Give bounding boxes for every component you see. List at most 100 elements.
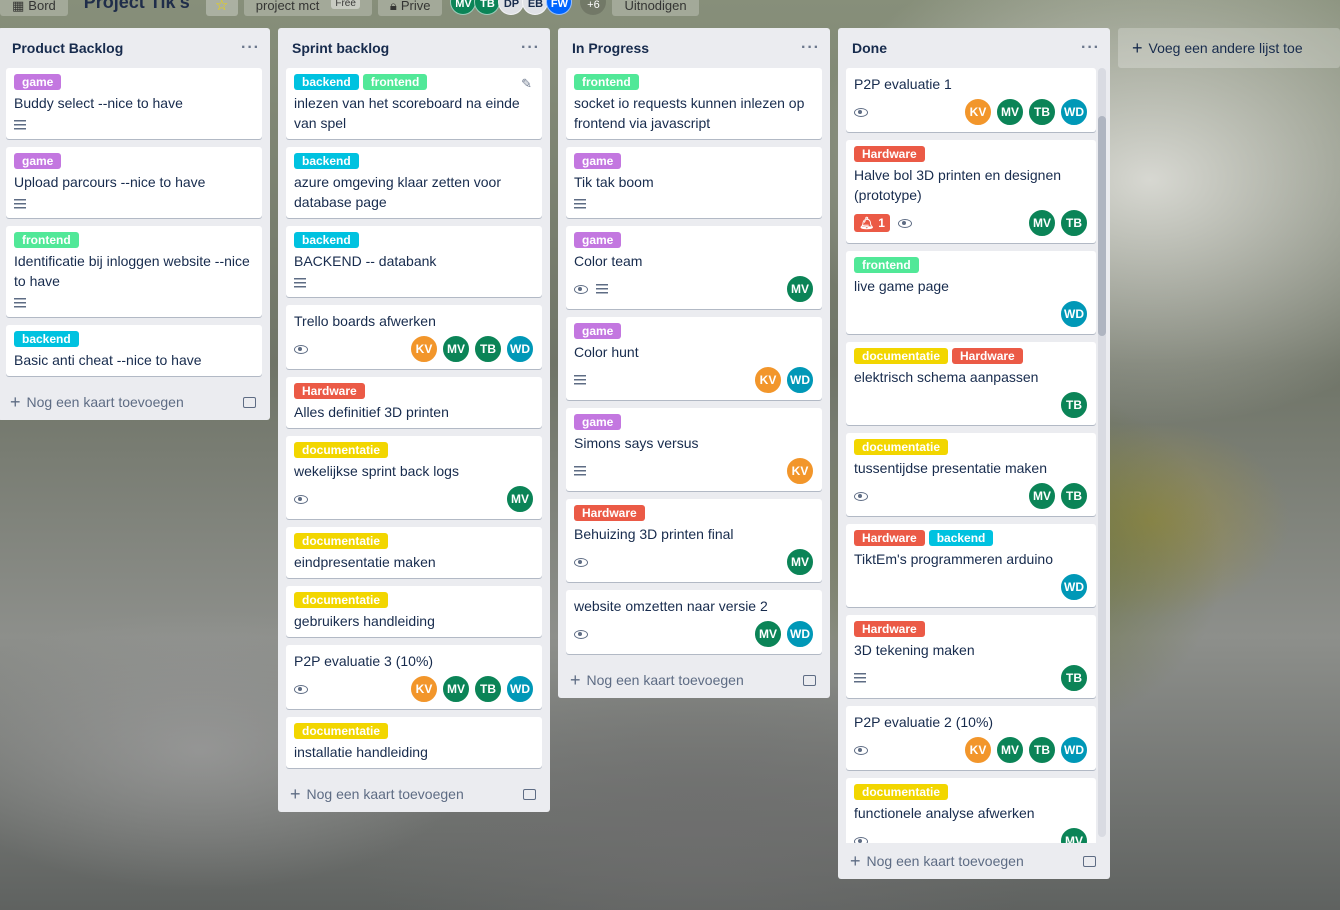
label-game[interactable]: game — [574, 323, 622, 339]
member-avatar-wd[interactable]: WD — [506, 335, 534, 363]
card[interactable]: Hardware Halve bol 3D printen en designen… — [846, 140, 1096, 243]
more-options-icon[interactable]: ··· — [521, 39, 540, 57]
member-avatar-kv[interactable]: KV — [410, 335, 438, 363]
more-members-count[interactable]: +6 — [580, 0, 607, 15]
template-icon[interactable] — [243, 396, 256, 408]
template-icon[interactable] — [803, 674, 816, 686]
card[interactable]: documentatie functionele analyse afwerken… — [846, 778, 1096, 843]
member-avatar-tb[interactable]: TB — [1060, 391, 1088, 419]
label-documentatie[interactable]: documentatie — [854, 784, 949, 800]
scrollbar[interactable] — [1098, 68, 1106, 837]
member-avatar-mv[interactable]: MV — [442, 335, 470, 363]
visibility-button[interactable]: 🔒︎ Prive — [377, 0, 443, 16]
card[interactable]: frontend socket io requests kunnen inleze… — [566, 68, 822, 139]
member-avatar-wd[interactable]: WD — [1060, 736, 1088, 764]
member-avatar-tb[interactable]: TB — [1060, 209, 1088, 237]
member-avatar-kv[interactable]: KV — [410, 675, 438, 703]
team-button[interactable]: project mct Free — [243, 0, 372, 16]
more-options-icon[interactable]: ··· — [241, 39, 260, 57]
member-avatar[interactable]: EB — [522, 0, 549, 15]
member-avatar-tb[interactable]: TB — [1060, 482, 1088, 510]
list-title[interactable]: Sprint backlog — [292, 40, 389, 56]
label-documentatie[interactable]: documentatie — [294, 723, 389, 739]
member-avatar-mv[interactable]: MV — [786, 548, 814, 576]
pencil-icon[interactable]: ✎ — [521, 76, 532, 92]
member-avatar-wd[interactable]: WD — [786, 366, 814, 394]
card[interactable]: game Upload parcours --nice to have — [6, 147, 262, 218]
card[interactable]: documentatie Hardware elektrisch schema aa… — [846, 342, 1096, 425]
add-card-button[interactable]: + Nog een kaart toevoegen — [558, 662, 830, 698]
label-game[interactable]: game — [574, 232, 622, 248]
label-backend[interactable]: backend — [294, 74, 359, 90]
label-backend[interactable]: backend — [294, 153, 359, 169]
label-game[interactable]: game — [14, 74, 62, 90]
member-avatar-mv[interactable]: MV — [996, 98, 1024, 126]
card[interactable]: backend frontend inlezen van het scoreboar… — [286, 68, 542, 139]
member-avatar-wd[interactable]: WD — [1060, 98, 1088, 126]
card[interactable]: documentatie installatie handleiding — [286, 717, 542, 768]
card[interactable]: backend Basic anti cheat --nice to have — [6, 325, 262, 376]
card[interactable]: Hardware Alles definitief 3D printen — [286, 377, 542, 428]
card[interactable]: game Tik tak boom — [566, 147, 822, 218]
list-title[interactable]: In Progress — [572, 40, 649, 56]
member-avatar[interactable]: FW — [546, 0, 573, 15]
board-menu-button[interactable]: ▦ Bord — [0, 0, 68, 16]
member-avatar-mv[interactable]: MV — [786, 275, 814, 303]
label-documentatie[interactable]: documentatie — [854, 348, 949, 364]
label-hardware[interactable]: Hardware — [854, 146, 925, 162]
label-game[interactable]: game — [14, 153, 62, 169]
member-avatar-tb[interactable]: TB — [474, 335, 502, 363]
star-icon[interactable]: ☆ — [205, 0, 238, 16]
member-avatar-kv[interactable]: KV — [786, 457, 814, 485]
member-avatar-wd[interactable]: WD — [786, 620, 814, 648]
card[interactable]: backend azure omgeving klaar zetten voor … — [286, 147, 542, 218]
label-hardware[interactable]: Hardware — [854, 621, 925, 637]
more-options-icon[interactable]: ··· — [801, 39, 820, 57]
member-avatar-kv[interactable]: KV — [964, 736, 992, 764]
label-frontend[interactable]: frontend — [574, 74, 639, 90]
member-avatar-kv[interactable]: KV — [964, 98, 992, 126]
card[interactable]: documentatie eindpresentatie maken — [286, 527, 542, 578]
label-documentatie[interactable]: documentatie — [294, 592, 389, 608]
member-avatar-mv[interactable]: MV — [1028, 209, 1056, 237]
member-avatar-tb[interactable]: TB — [474, 675, 502, 703]
member-avatar-mv[interactable]: MV — [996, 736, 1024, 764]
label-game[interactable]: game — [574, 153, 622, 169]
more-options-icon[interactable]: ··· — [1081, 39, 1100, 57]
card[interactable]: Hardware 3D tekening maken TB — [846, 615, 1096, 698]
member-avatar-wd[interactable]: WD — [1060, 573, 1088, 601]
card[interactable]: documentatie wekelijkse sprint back logs M… — [286, 436, 542, 519]
list-title[interactable]: Product Backlog — [12, 40, 123, 56]
card[interactable]: game Color team MV — [566, 226, 822, 309]
member-avatar-tb[interactable]: TB — [1060, 664, 1088, 692]
member-avatar[interactable]: DP — [498, 0, 525, 15]
add-card-button[interactable]: + Nog een kaart toevoegen — [278, 776, 550, 812]
add-card-button[interactable]: + Nog een kaart toevoegen — [838, 843, 1110, 879]
scrollbar-thumb[interactable] — [1098, 116, 1106, 336]
card[interactable]: P2P evaluatie 1 KV MV TB WD — [846, 68, 1096, 132]
add-card-button[interactable]: + Nog een kaart toevoegen — [0, 384, 270, 420]
member-avatar[interactable]: MV — [450, 0, 477, 15]
card[interactable]: game Buddy select --nice to have — [6, 68, 262, 139]
member-avatar-mv[interactable]: MV — [1028, 482, 1056, 510]
template-icon[interactable] — [523, 788, 536, 800]
card[interactable]: game Color hunt KV WD — [566, 317, 822, 400]
member-avatar-tb[interactable]: TB — [1028, 736, 1056, 764]
label-frontend[interactable]: frontend — [14, 232, 79, 248]
invite-button[interactable]: Uitnodigen — [612, 0, 699, 16]
card[interactable]: game Simons says versus KV — [566, 408, 822, 491]
member-avatar-wd[interactable]: WD — [1060, 300, 1088, 328]
card[interactable]: website omzetten naar versie 2 MV WD — [566, 590, 822, 654]
label-hardware[interactable]: Hardware — [952, 348, 1023, 364]
member-avatar-mv[interactable]: MV — [442, 675, 470, 703]
label-documentatie[interactable]: documentatie — [854, 439, 949, 455]
card[interactable]: documentatie gebruikers handleiding — [286, 586, 542, 637]
label-hardware[interactable]: Hardware — [574, 505, 645, 521]
scroll-area[interactable]: P2P evaluatie 1 KV MV TB WD Hardware Halve bol… — [838, 68, 1110, 843]
add-list-button[interactable]: + Voeg een andere lijst toe — [1118, 28, 1340, 68]
card[interactable]: P2P evaluatie 2 (10%) KV MV TB WD — [846, 706, 1096, 770]
label-backend[interactable]: backend — [928, 530, 994, 546]
member-avatar-mv[interactable]: MV — [754, 620, 782, 648]
board-title[interactable]: Project Tik's — [74, 0, 200, 16]
member-avatar[interactable]: TB — [474, 0, 501, 15]
